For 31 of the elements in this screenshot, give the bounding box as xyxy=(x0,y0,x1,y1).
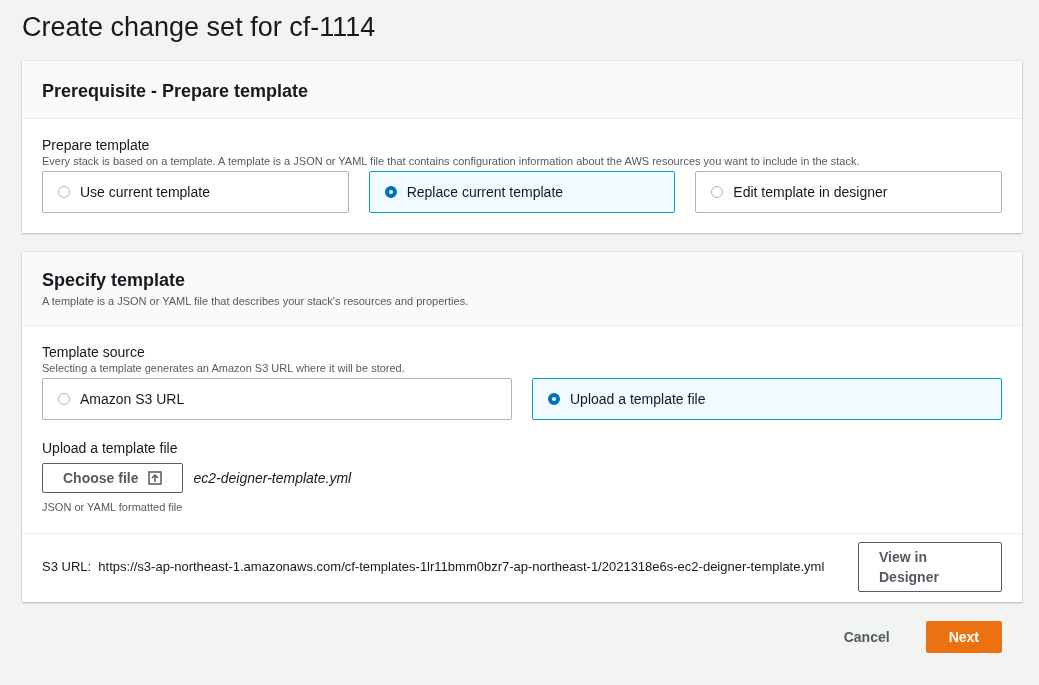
upload-icon xyxy=(148,471,163,485)
radio-tile[interactable]: Edit template in designer xyxy=(695,171,1002,213)
panel-description: A template is a JSON or YAML file that describes your stack's resources and properties. xyxy=(42,295,470,307)
field-label: Template source xyxy=(42,344,146,360)
file-name: ec2-deigner-template.yml xyxy=(193,470,352,486)
radio-label: Upload a template file xyxy=(570,391,706,407)
field-label: Prepare template xyxy=(42,137,151,153)
radio-icon xyxy=(58,186,70,198)
field-description: Selecting a template generates an Amazon S3 URL where it will be stored. xyxy=(42,362,406,374)
cancel-button[interactable]: Cancel xyxy=(823,621,910,653)
radio-icon xyxy=(548,393,560,405)
page-title: Create change set for cf-1114 xyxy=(22,12,377,43)
radio-label: Replace current template xyxy=(406,184,564,200)
field-description: Every stack is based on a template. A template is a JSON or YAML file that contains configuration information about the AWS resources you want to include in the stack. xyxy=(42,155,861,167)
radio-label: Edit template in designer xyxy=(733,184,888,200)
choose-file-button[interactable]: Choose file xyxy=(42,463,184,493)
field-hint: JSON or YAML formatted file xyxy=(42,501,184,513)
radio-icon xyxy=(58,393,70,405)
radio-tile[interactable]: Use current template xyxy=(42,171,349,213)
panel-heading: Prerequisite - Prepare template xyxy=(42,81,310,102)
radio-icon xyxy=(384,186,397,198)
radio-label: Use current template xyxy=(80,184,210,200)
s3-url-text: S3 URL: https://s3-ap-northeast-1.amazonaws.com/cf-templates-1lr11bmm0bzr7-ap-northeast-1/2021318e6s-ec2-deigner-template.yml xyxy=(42,558,826,576)
radio-label: Amazon S3 URL xyxy=(80,391,185,407)
panel-heading: Specify template xyxy=(42,270,187,291)
radio-tile[interactable]: Upload a template file xyxy=(532,378,1002,420)
radio-tile[interactable]: Replace current template xyxy=(368,171,676,213)
view-in-designer-button[interactable]: View in Designer xyxy=(858,542,1002,592)
radio-icon xyxy=(711,186,724,198)
field-label: Upload a template file xyxy=(42,440,179,456)
radio-tile[interactable]: Amazon S3 URL xyxy=(42,378,512,420)
